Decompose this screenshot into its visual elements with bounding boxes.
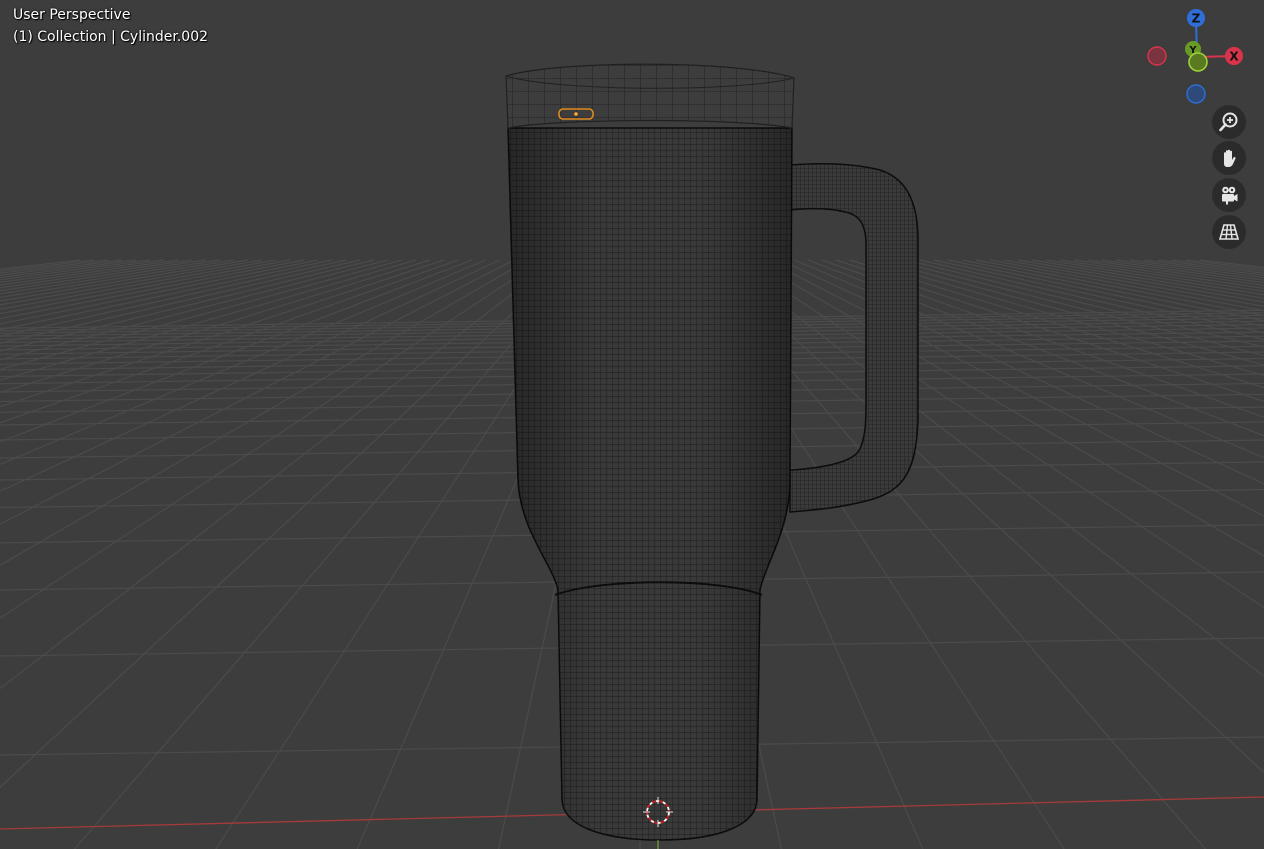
object-info-label: (1) Collection | Cylinder.002	[13, 29, 209, 45]
grid-line	[737, 259, 1264, 609]
grid-line	[1199, 259, 1264, 269]
view-name-label: User Perspective	[13, 7, 131, 23]
grid-line	[709, 259, 1264, 774]
axis-y-label: Y	[1188, 45, 1197, 56]
grid-line	[0, 259, 319, 325]
grid-line	[0, 259, 375, 352]
grid-line	[1185, 259, 1264, 270]
grid-line	[0, 259, 361, 344]
grid-line	[765, 259, 1264, 517]
grid-line	[751, 259, 1264, 557]
navigation-gizmo[interactable]: Z X Y	[1147, 9, 1243, 104]
zoom-button[interactable]	[1212, 105, 1246, 139]
zoom-icon	[1219, 112, 1238, 132]
camera-view-button[interactable]	[1212, 178, 1246, 212]
axis-neg-x-handle[interactable]	[1147, 46, 1167, 66]
grid-line	[0, 259, 333, 331]
grid-line	[779, 259, 1264, 485]
grid-line	[1171, 259, 1264, 272]
grid-line	[1157, 259, 1264, 274]
axis-z-label: Z	[1192, 12, 1201, 26]
3d-viewport[interactable]: Z X Y	[0, 0, 1264, 849]
axis-x-label: X	[1229, 50, 1239, 64]
mug-lid[interactable]	[505, 63, 795, 129]
pan-button[interactable]	[1212, 141, 1246, 175]
grid-perspective-icon	[1218, 224, 1240, 240]
hand-pan-icon	[1224, 149, 1236, 167]
grid-line	[0, 259, 431, 394]
projection-toggle-button[interactable]	[1212, 215, 1246, 249]
mug-body[interactable]	[507, 127, 793, 841]
camera-icon	[1222, 186, 1238, 205]
axis-neg-z-handle[interactable]	[1186, 84, 1206, 104]
